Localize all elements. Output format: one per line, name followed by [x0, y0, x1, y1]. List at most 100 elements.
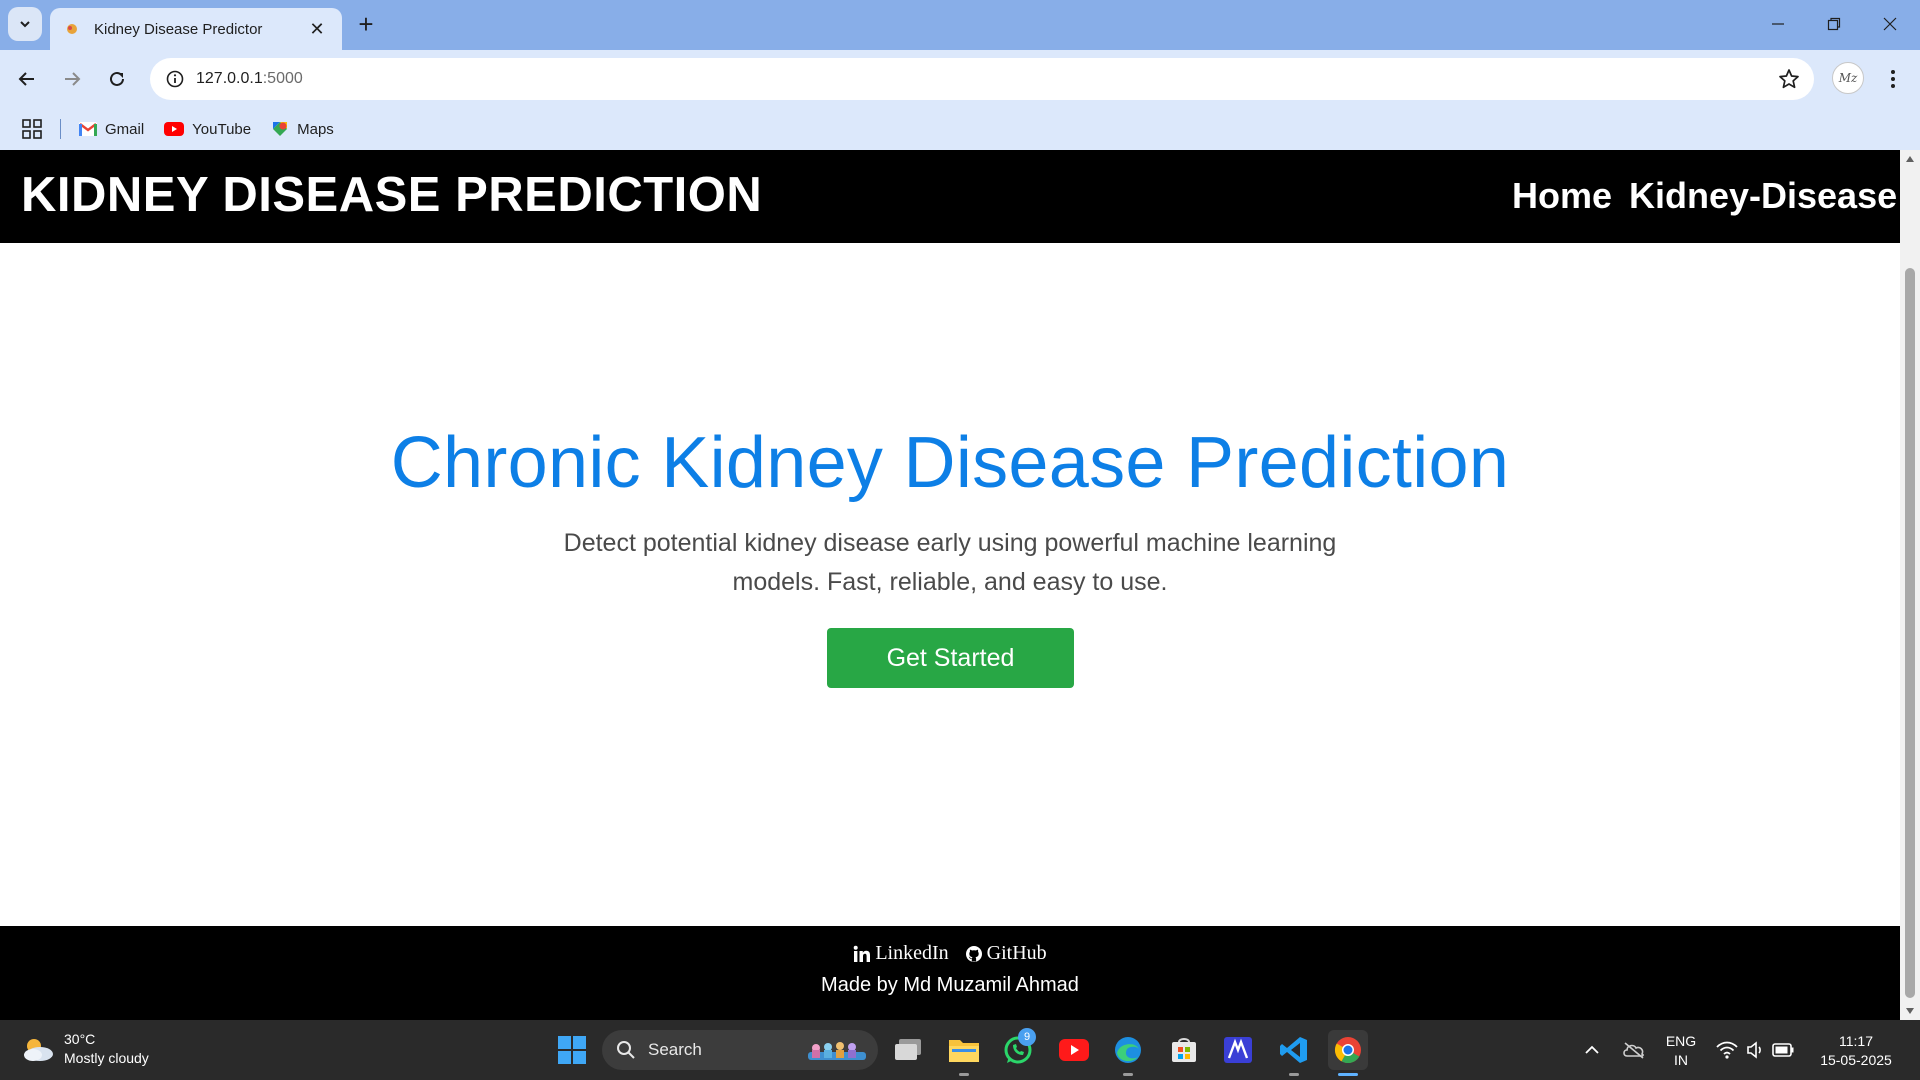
- taskbar: 30°C Mostly cloudy Search 9 ENG IN 11:17…: [0, 1020, 1920, 1080]
- taskbar-search-label: Search: [648, 1040, 702, 1059]
- clock-date: 15-05-2025: [1820, 1052, 1892, 1068]
- favicon-icon: [67, 24, 77, 34]
- taskbar-task-view[interactable]: [888, 1030, 928, 1070]
- url-host: 127.0.0.1: [196, 70, 263, 87]
- nav-link-kidney-disease[interactable]: Kidney-Disease: [1629, 175, 1897, 217]
- close-tab-icon[interactable]: ✕: [306, 18, 328, 40]
- edge-icon: [1115, 1037, 1141, 1063]
- new-tab-button[interactable]: +: [352, 10, 380, 38]
- footer-credit: Made by Md Muzamil Ahmad: [821, 974, 1079, 996]
- cloudy-weather-icon: [24, 1039, 53, 1061]
- taskbar-youtube[interactable]: [1054, 1030, 1094, 1070]
- store-icon: [1172, 1038, 1196, 1062]
- arrow-right-icon: [65, 72, 81, 86]
- site-info-icon[interactable]: [154, 58, 196, 100]
- tab-title: Kidney Disease Predictor: [94, 20, 263, 38]
- maps-icon: [273, 122, 288, 136]
- nav-link-home[interactable]: Home: [1512, 175, 1612, 217]
- windows-logo-icon: [558, 1036, 586, 1064]
- more-vertical-icon: [1891, 70, 1895, 88]
- youtube-icon: [1059, 1039, 1089, 1061]
- bookmark-maps[interactable]: Maps: [271, 120, 334, 138]
- taskbar-store[interactable]: [1164, 1030, 1204, 1070]
- taskbar-whatsapp[interactable]: 9: [998, 1028, 1038, 1070]
- forward-button[interactable]: [55, 62, 89, 96]
- bookmark-gmail[interactable]: Gmail: [79, 121, 144, 138]
- close-window-button[interactable]: [1870, 6, 1910, 42]
- close-icon: [1883, 17, 1897, 31]
- chrome-icon: [1334, 1037, 1361, 1064]
- start-button[interactable]: [552, 1030, 592, 1070]
- footer-link-linkedin[interactable]: LinkedIn: [853, 942, 949, 965]
- tab-strip: Kidney Disease Predictor ✕ +: [0, 0, 1920, 50]
- browser-menu-button[interactable]: [1876, 62, 1910, 96]
- wifi-icon: [1716, 1041, 1738, 1059]
- taskbar-chrome[interactable]: [1328, 1030, 1368, 1076]
- bookmark-label: YouTube: [192, 120, 252, 138]
- bookmark-label: Maps: [297, 120, 334, 138]
- hero-subtitle: Detect potential kidney disease early us…: [563, 529, 1337, 596]
- minimize-icon: [1772, 23, 1784, 25]
- language-region: IN: [1674, 1052, 1688, 1068]
- tray-quick-settings[interactable]: [1710, 1030, 1800, 1070]
- clock-time: 11:17: [1839, 1033, 1873, 1049]
- apps-grid-icon[interactable]: [22, 119, 42, 139]
- url-port: :5000: [262, 70, 303, 87]
- weather-condition: Mostly cloudy: [64, 1050, 149, 1066]
- taskbar-app-blue[interactable]: [1218, 1030, 1258, 1070]
- taskbar-search[interactable]: Search: [602, 1030, 878, 1070]
- clock[interactable]: 11:17 15-05-2025: [1806, 1032, 1906, 1070]
- volume-icon: [1747, 1041, 1761, 1059]
- vscode-icon: [1280, 1037, 1307, 1063]
- youtube-icon: [164, 122, 185, 136]
- tray-onedrive[interactable]: [1614, 1030, 1654, 1070]
- search-icon: [617, 1041, 635, 1059]
- footer-link-label: LinkedIn: [875, 942, 949, 964]
- site-brand[interactable]: KIDNEY DISEASE PREDICTION: [21, 167, 762, 223]
- tab-search-button[interactable]: [8, 7, 42, 41]
- taskbar-file-explorer[interactable]: [944, 1030, 984, 1076]
- linkedin-icon: [854, 945, 871, 962]
- page-scrollbar[interactable]: [1900, 150, 1920, 1020]
- address-bar[interactable]: 127.0.0.1:5000: [150, 58, 1814, 100]
- running-indicator: [1289, 1073, 1299, 1076]
- folder-icon: [949, 1040, 979, 1062]
- footer-link-label: GitHub: [986, 942, 1047, 964]
- reload-icon: [110, 71, 124, 86]
- tray-overflow-button[interactable]: [1572, 1030, 1612, 1070]
- gmail-icon: [79, 122, 97, 136]
- running-indicator-active: [1338, 1073, 1358, 1076]
- hero-title: Chronic Kidney Disease Prediction: [390, 423, 1510, 503]
- taskbar-edge[interactable]: [1108, 1030, 1148, 1076]
- restore-icon: [1827, 17, 1841, 31]
- chevron-down-icon: [20, 21, 30, 28]
- back-button[interactable]: [10, 62, 44, 96]
- profile-avatar[interactable]: Mz: [1832, 62, 1864, 94]
- scroll-thumb[interactable]: [1905, 268, 1915, 998]
- app-icon: [1224, 1037, 1252, 1063]
- get-started-button[interactable]: Get Started: [827, 628, 1074, 688]
- restore-button[interactable]: [1814, 6, 1854, 42]
- reload-button[interactable]: [100, 62, 134, 96]
- scroll-up-icon[interactable]: [1905, 154, 1915, 164]
- github-icon: [965, 945, 982, 962]
- bookmarks-bar: Gmail YouTube Maps: [0, 108, 1920, 150]
- weather-temp: 30°C: [64, 1031, 96, 1047]
- minimize-button[interactable]: [1758, 6, 1798, 42]
- language-code: ENG: [1665, 1033, 1697, 1049]
- bookmarks-divider: [60, 119, 61, 139]
- footer-link-github[interactable]: GitHub: [965, 942, 1047, 965]
- scroll-down-icon[interactable]: [1905, 1006, 1915, 1016]
- site-navbar: KIDNEY DISEASE PREDICTION Home Kidney-Di…: [0, 150, 1900, 243]
- cloud-offline-icon: [1623, 1042, 1644, 1059]
- chevron-up-icon: [1585, 1045, 1599, 1054]
- taskbar-vscode[interactable]: [1274, 1030, 1314, 1076]
- bookmark-youtube[interactable]: YouTube: [164, 121, 251, 138]
- browser-tab-active[interactable]: Kidney Disease Predictor ✕: [50, 8, 342, 50]
- whatsapp-badge: 9: [1018, 1028, 1036, 1046]
- task-view-icon: [895, 1039, 921, 1060]
- bookmark-star-icon[interactable]: [1778, 68, 1800, 90]
- arrow-left-icon: [18, 72, 34, 86]
- weather-widget[interactable]: 30°C Mostly cloudy: [20, 1030, 149, 1068]
- language-indicator[interactable]: ENG IN: [1658, 1032, 1704, 1070]
